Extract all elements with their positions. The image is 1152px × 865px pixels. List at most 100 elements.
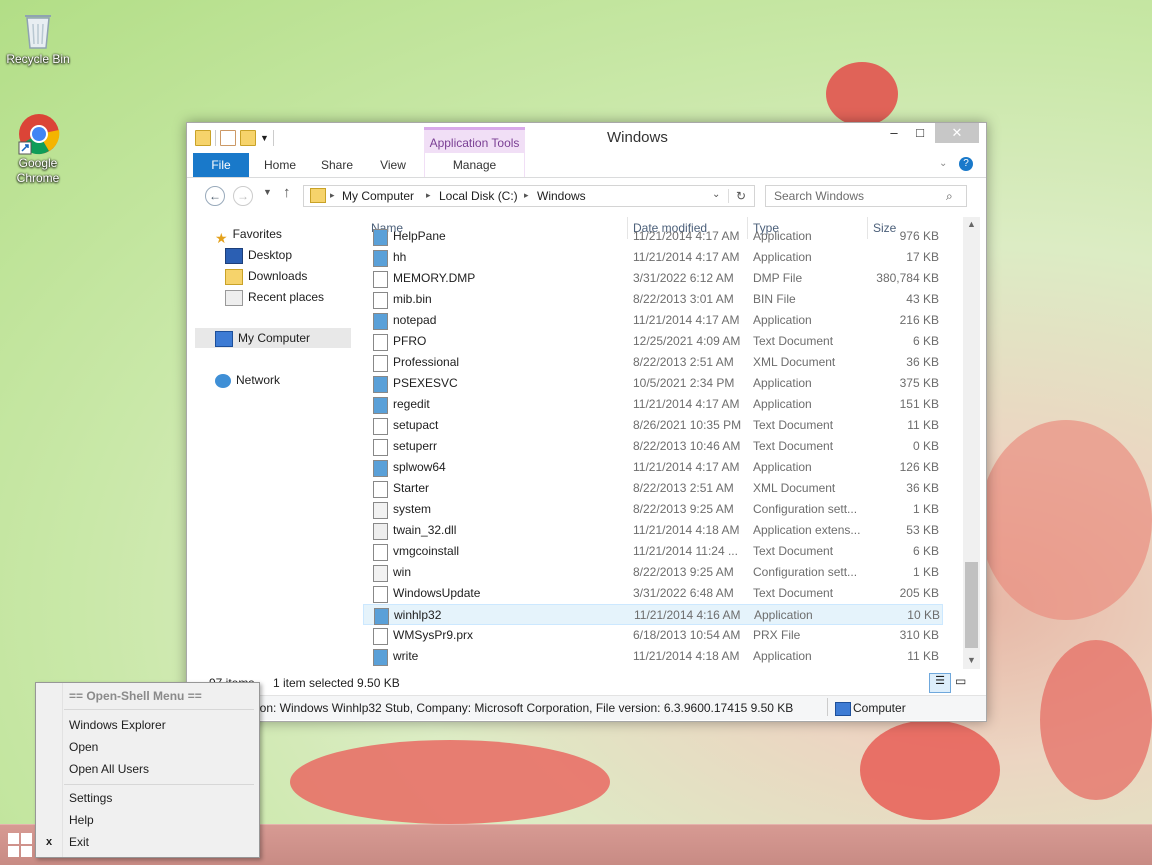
table-row[interactable]: splwow64 11/21/2014 4:17 AM Application 126… bbox=[363, 457, 943, 478]
nav-network[interactable]: Network bbox=[215, 370, 280, 390]
address-bar[interactable]: ▸ My Computer ▸ Local Disk (C:) ▸ Window… bbox=[303, 185, 755, 207]
star-icon: ★ bbox=[215, 229, 228, 246]
table-row[interactable]: HelpPane 11/21/2014 4:17 AM Application … bbox=[363, 226, 943, 247]
breadcrumb-local-disk[interactable]: Local Disk (C:) bbox=[439, 189, 518, 203]
scroll-down-icon[interactable]: ▼ bbox=[967, 655, 976, 665]
file-list[interactable]: Name ⌃ Date modified Type Size HelpPane … bbox=[363, 217, 963, 673]
menu-item-settings[interactable]: Settings bbox=[69, 787, 112, 809]
cell-date: 11/21/2014 4:16 AM bbox=[634, 608, 741, 622]
cell-name: setuperr bbox=[393, 439, 438, 453]
table-row[interactable]: WindowsUpdate 3/31/2022 6:48 AM Text Docum… bbox=[363, 583, 943, 604]
large-icons-view-icon[interactable]: ▭ bbox=[955, 674, 966, 688]
minimize-button[interactable]: ‒ bbox=[881, 123, 907, 143]
menu-item-help[interactable]: Help bbox=[69, 809, 94, 831]
file-description: ion: Windows Winhlp32 Stub, Company: Mic… bbox=[257, 701, 794, 715]
table-row[interactable]: regedit 11/21/2014 4:17 AM Application 151 … bbox=[363, 394, 943, 415]
refresh-icon[interactable]: ↻ bbox=[736, 189, 746, 203]
table-row[interactable]: Starter 8/22/2013 2:51 AM XML Document 36 K… bbox=[363, 478, 943, 499]
cell-name: twain_32.dll bbox=[393, 523, 457, 537]
cell-size: 380,784 KB bbox=[876, 271, 939, 285]
file-icon bbox=[373, 355, 388, 372]
table-row[interactable]: write 11/21/2014 4:18 AM Application 11 KB bbox=[363, 646, 943, 667]
cell-type: Application bbox=[753, 250, 812, 264]
cell-size: 11 KB bbox=[907, 418, 939, 432]
table-row[interactable]: win 8/22/2013 9:25 AM Configuration sett..… bbox=[363, 562, 943, 583]
address-dropdown-icon[interactable]: ⌄ bbox=[712, 189, 720, 200]
tab-view[interactable]: View bbox=[369, 153, 417, 177]
tab-file[interactable]: File bbox=[193, 153, 249, 177]
help-icon[interactable]: ? bbox=[959, 157, 973, 171]
table-row[interactable]: system 8/22/2013 9:25 AM Configuration set… bbox=[363, 499, 943, 520]
breadcrumb-windows[interactable]: Windows bbox=[537, 189, 586, 203]
table-row[interactable]: PFRO 12/25/2021 4:09 AM Text Document 6 KB bbox=[363, 331, 943, 352]
explorer-window[interactable]: ▼ Application Tools Windows ‒ □ ✕ File H… bbox=[186, 122, 987, 722]
nav-downloads[interactable]: Downloads bbox=[225, 266, 307, 286]
recent-locations-icon[interactable]: ▼ bbox=[263, 187, 272, 197]
menu-item-open-all-users[interactable]: Open All Users bbox=[69, 758, 149, 780]
search-placeholder: Search Windows bbox=[774, 189, 865, 203]
table-row[interactable]: notepad 11/21/2014 4:17 AM Application 216 … bbox=[363, 310, 943, 331]
up-button[interactable]: ↑ bbox=[283, 184, 291, 201]
cell-name: WMSysPr9.prx bbox=[393, 628, 474, 642]
table-row[interactable]: MEMORY.DMP 3/31/2022 6:12 AM DMP File 380,7… bbox=[363, 268, 943, 289]
file-icon bbox=[373, 250, 388, 267]
desktop-icon-chrome[interactable]: Google Chrome bbox=[2, 112, 74, 186]
navigation-bar: ← → ▼ ↑ ▸ My Computer ▸ Local Disk (C:) … bbox=[187, 179, 986, 211]
desktop-icon-recycle-bin[interactable]: Recycle Bin bbox=[2, 8, 74, 66]
close-button[interactable]: ✕ bbox=[935, 123, 979, 143]
menu-item-windows-explorer[interactable]: Windows Explorer bbox=[69, 714, 166, 736]
table-row[interactable]: setuperr 8/22/2013 10:46 AM Text Document 0… bbox=[363, 436, 943, 457]
properties-icon[interactable] bbox=[220, 130, 236, 146]
back-button[interactable]: ← bbox=[205, 186, 225, 206]
recycle-bin-icon bbox=[17, 8, 59, 50]
table-row[interactable]: vmgcoinstall 11/21/2014 11:24 ... Text Doc… bbox=[363, 541, 943, 562]
table-row[interactable]: PSEXESVC 10/5/2021 2:34 PM Application 375 … bbox=[363, 373, 943, 394]
new-folder-icon[interactable] bbox=[240, 130, 256, 146]
table-row[interactable]: winhlp32 11/21/2014 4:16 AM Application 10 … bbox=[363, 604, 943, 625]
quick-access-toolbar: ▼ bbox=[195, 129, 274, 147]
cell-date: 6/18/2013 10:54 AM bbox=[633, 628, 741, 642]
search-icon: ⌕ bbox=[946, 189, 953, 203]
vertical-scrollbar[interactable]: ▲ ▼ bbox=[963, 217, 980, 669]
expand-ribbon-icon[interactable]: ⌄ bbox=[939, 158, 947, 169]
table-row[interactable]: twain_32.dll 11/21/2014 4:18 AM Applicatio… bbox=[363, 520, 943, 541]
table-row[interactable]: WMSysPr9.prx 6/18/2013 10:54 AM PRX File 31… bbox=[363, 625, 943, 646]
cell-date: 8/26/2021 10:35 PM bbox=[633, 418, 742, 432]
breadcrumb-my-computer[interactable]: My Computer bbox=[342, 189, 414, 203]
file-icon bbox=[373, 565, 388, 582]
scrollbar-thumb[interactable] bbox=[965, 562, 978, 648]
file-icon bbox=[373, 523, 388, 540]
table-row[interactable]: hh 11/21/2014 4:17 AM Application 17 KB bbox=[363, 247, 943, 268]
tab-home[interactable]: Home bbox=[255, 153, 305, 177]
cell-size: 6 KB bbox=[912, 544, 939, 558]
menu-item-open[interactable]: Open bbox=[69, 736, 98, 758]
forward-button[interactable]: → bbox=[233, 186, 253, 206]
maximize-button[interactable]: □ bbox=[907, 123, 933, 143]
cell-size: 1 KB bbox=[912, 565, 939, 579]
file-icon bbox=[373, 397, 388, 414]
scroll-up-icon[interactable]: ▲ bbox=[967, 219, 976, 229]
cell-name: WindowsUpdate bbox=[393, 586, 481, 600]
ribbon-tabs: File Home Share View Manage ⌄ ? bbox=[187, 153, 986, 178]
chevron-right-icon: ▸ bbox=[426, 190, 431, 200]
customize-qat-icon[interactable]: ▼ bbox=[260, 133, 269, 143]
start-button[interactable] bbox=[8, 833, 34, 859]
table-row[interactable]: setupact 8/26/2021 10:35 PM Text Document 1… bbox=[363, 415, 943, 436]
table-row[interactable]: Professional 8/22/2013 2:51 AM XML Documen… bbox=[363, 352, 943, 373]
title-bar[interactable]: ▼ Application Tools Windows ‒ □ ✕ bbox=[187, 123, 986, 178]
cell-date: 8/22/2013 10:46 AM bbox=[633, 439, 741, 453]
menu-item-exit[interactable]: Exit bbox=[69, 831, 89, 853]
nav-desktop[interactable]: Desktop bbox=[225, 245, 292, 265]
cell-type: Application bbox=[753, 397, 812, 411]
file-icon bbox=[373, 418, 388, 435]
nav-favorites[interactable]: ★ Favorites bbox=[215, 224, 282, 246]
details-view-icon[interactable]: ☰ bbox=[929, 673, 951, 693]
cell-date: 10/5/2021 2:34 PM bbox=[633, 376, 735, 390]
tab-manage[interactable]: Manage bbox=[425, 153, 524, 177]
cell-size: 53 KB bbox=[906, 523, 939, 537]
nav-recent-places[interactable]: Recent places bbox=[225, 287, 324, 307]
nav-my-computer[interactable]: My Computer bbox=[195, 328, 351, 348]
search-input[interactable]: Search Windows ⌕ bbox=[765, 185, 967, 207]
table-row[interactable]: mib.bin 8/22/2013 3:01 AM BIN File 43 KB bbox=[363, 289, 943, 310]
tab-share[interactable]: Share bbox=[313, 153, 361, 177]
